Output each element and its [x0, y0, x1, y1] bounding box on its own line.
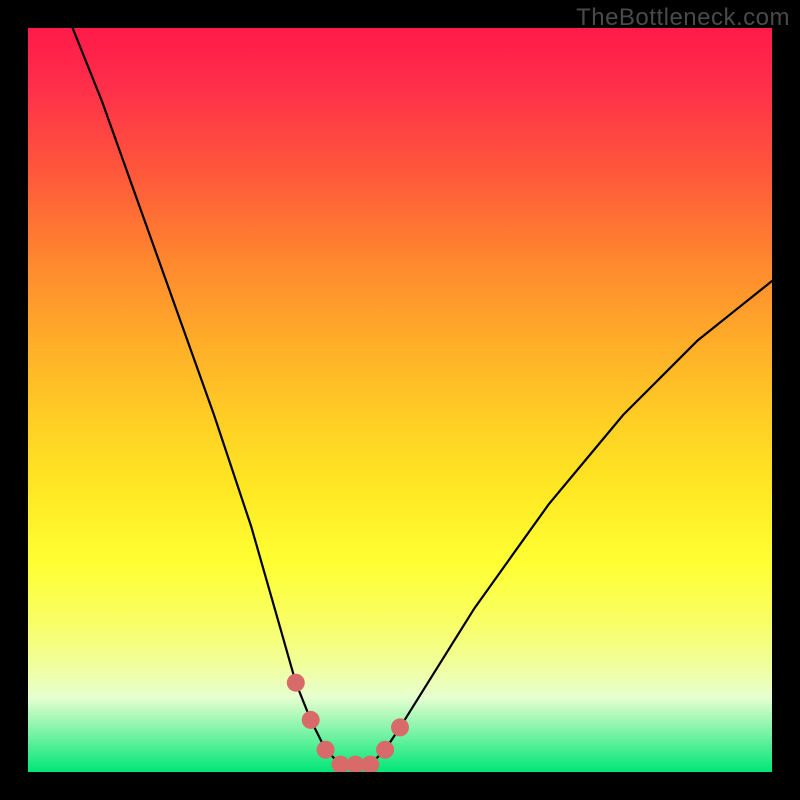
watermark-text: TheBottleneck.com — [576, 4, 790, 32]
marker-dot — [287, 674, 305, 692]
bottleneck-curve — [73, 28, 772, 765]
marker-dot — [317, 741, 335, 759]
marker-dot — [302, 711, 320, 729]
chart-frame: TheBottleneck.com — [0, 0, 800, 800]
marker-dot — [376, 741, 394, 759]
highlight-markers — [287, 674, 409, 772]
plot-area — [28, 28, 772, 772]
marker-dot — [391, 718, 409, 736]
curve-layer — [28, 28, 772, 772]
